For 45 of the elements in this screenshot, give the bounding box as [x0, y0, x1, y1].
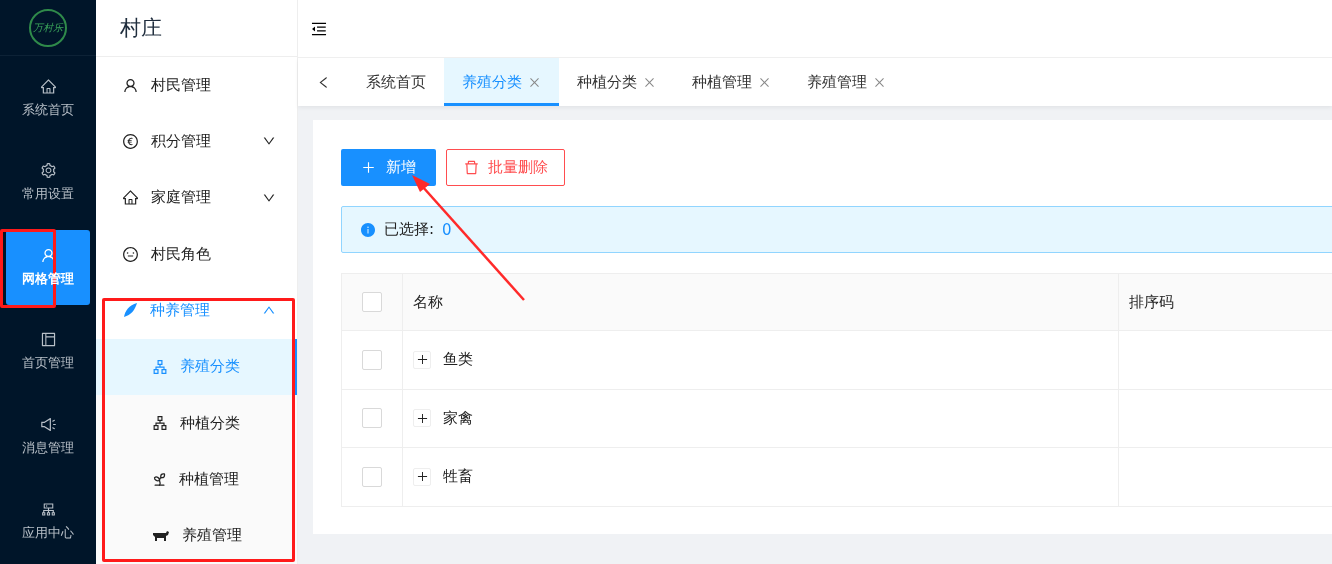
table-cell: 牲畜	[443, 467, 473, 487]
rail-item[interactable]: 应用中心	[6, 483, 90, 559]
rail-item[interactable]: 首页管理	[6, 314, 90, 390]
trash-icon	[463, 159, 480, 176]
euro-icon	[122, 132, 139, 150]
tab[interactable]: 种植管理	[674, 58, 789, 106]
close-icon[interactable]	[758, 75, 771, 89]
select-all-checkbox[interactable]	[362, 292, 382, 312]
rail-item[interactable]: 常用设置	[6, 144, 90, 221]
face-icon	[122, 245, 139, 263]
expand-icon[interactable]	[413, 350, 431, 369]
tab[interactable]: 系统首页	[348, 58, 444, 106]
rail-item[interactable]: 系统首页	[6, 60, 90, 136]
close-icon[interactable]	[528, 75, 541, 89]
settings-icon	[39, 162, 57, 180]
sidebar-title: 村庄	[96, 0, 297, 57]
submenu-item[interactable]: 种植分类	[96, 394, 297, 452]
info-icon	[360, 221, 376, 238]
close-icon[interactable]	[873, 75, 886, 89]
table-cell: 鱼类	[443, 350, 473, 370]
table-cell: 家禽	[443, 408, 473, 428]
tab[interactable]: 养殖管理	[789, 58, 904, 106]
home-icon	[122, 189, 139, 207]
cow-icon	[152, 529, 170, 542]
expand-icon[interactable]	[413, 409, 431, 428]
user-icon	[122, 76, 139, 94]
row-checkbox[interactable]	[362, 349, 382, 370]
rail-item[interactable]: 消息管理	[6, 398, 90, 475]
submenu-item[interactable]: 种植管理	[96, 451, 297, 508]
row-checkbox[interactable]	[362, 466, 382, 487]
hierarchy-icon	[152, 415, 168, 432]
sprout-icon	[152, 471, 167, 487]
close-icon[interactable]	[643, 75, 656, 89]
tab[interactable]: 种植分类	[559, 58, 674, 106]
logo: 万村乐	[29, 8, 67, 47]
speaker-icon	[39, 416, 57, 434]
plus-icon	[361, 160, 376, 175]
selection-count: 0	[442, 220, 452, 239]
leaf-icon	[122, 302, 138, 319]
hierarchy-icon	[152, 358, 168, 375]
row-checkbox[interactable]	[362, 408, 382, 429]
selection-label: 已选择:	[384, 220, 435, 239]
layout-icon	[39, 331, 57, 349]
home-icon	[39, 77, 57, 95]
expand-icon[interactable]	[413, 467, 431, 486]
